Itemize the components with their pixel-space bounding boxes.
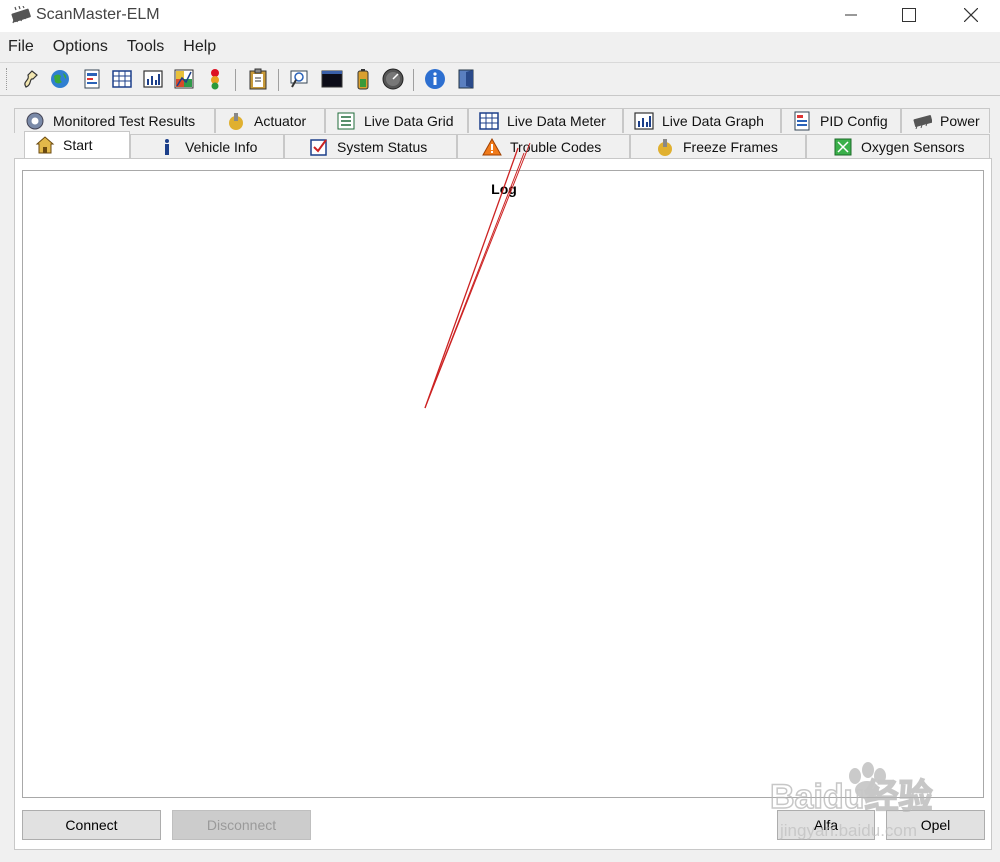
alfa-button[interactable]: Alfa [777, 810, 875, 840]
report-button[interactable] [80, 69, 104, 91]
tab-label: Live Data Meter [507, 113, 606, 129]
close-button[interactable] [940, 0, 1000, 30]
tab-power[interactable]: Power [901, 108, 990, 133]
info-button[interactable] [423, 68, 447, 93]
data-grid-icon [112, 69, 132, 91]
toolbar-separator [278, 69, 279, 91]
tab-freeze-frames[interactable]: Freeze Frames [630, 134, 806, 159]
toolbar-rule [0, 95, 1000, 96]
tab-system-status[interactable]: System Status [284, 134, 457, 159]
tab-label: Monitored Test Results [53, 113, 196, 129]
globe-icon [50, 69, 70, 92]
close-icon [964, 8, 978, 22]
connect-button[interactable]: Connect [22, 810, 161, 840]
gauge-button[interactable] [381, 68, 405, 93]
maximize-icon [902, 8, 916, 22]
log-title: Log [491, 181, 517, 197]
menu-help[interactable]: Help [183, 38, 235, 56]
bar-chart-icon [634, 112, 654, 130]
tab-label: Trouble Codes [510, 139, 602, 155]
globe-button[interactable] [48, 69, 72, 91]
tab-label: PID Config [820, 113, 888, 129]
power-chip-icon [912, 112, 932, 130]
sensor-icon [833, 138, 853, 156]
app-chip-icon [10, 5, 32, 24]
tab-start[interactable]: Start [24, 131, 130, 158]
tab-live-data-graph[interactable]: Live Data Graph [623, 108, 781, 133]
connect-plug-icon [20, 69, 40, 92]
title-bar: ScanMaster-ELM [0, 0, 1000, 32]
tab-label: System Status [337, 139, 428, 155]
info-icon [424, 68, 446, 93]
exit-button[interactable] [455, 69, 479, 91]
gauge-icon [382, 68, 404, 93]
minimize-button[interactable] [820, 0, 882, 30]
graph-button[interactable] [141, 69, 165, 91]
tab-oxygen-sensors[interactable]: Oxygen Sensors [806, 134, 990, 159]
terminal-icon [321, 70, 343, 91]
traffic-light-icon [207, 68, 223, 93]
config-icon [792, 111, 812, 131]
graph-icon [143, 69, 163, 91]
home-icon [35, 136, 55, 154]
menu-bar: File Options Tools Help [0, 32, 1000, 62]
disconnect-button: Disconnect [172, 810, 311, 840]
tab-actuator[interactable]: Actuator [215, 108, 325, 133]
tab-vehicle-info[interactable]: Vehicle Info [130, 134, 284, 159]
checkbox-icon [309, 138, 329, 156]
tab-monitored-test-results[interactable]: Monitored Test Results [14, 108, 215, 133]
tab-label: Power [940, 113, 980, 129]
log-area[interactable]: Log [22, 170, 984, 798]
menu-options[interactable]: Options [53, 38, 127, 56]
battery-button[interactable] [351, 68, 375, 93]
maximize-button[interactable] [878, 0, 940, 30]
terminal-button[interactable] [320, 69, 344, 91]
tab-label: Actuator [254, 113, 307, 129]
battery-icon [356, 68, 370, 93]
tab-label: Start [63, 137, 93, 153]
tab-label: Live Data Grid [364, 113, 454, 129]
tab-label: Oxygen Sensors [861, 139, 965, 155]
toolbar [0, 62, 1000, 96]
connect-plug-button[interactable] [18, 69, 42, 91]
toolbar-separator [235, 69, 236, 91]
exit-icon [457, 68, 477, 93]
chart-button[interactable] [172, 69, 196, 91]
freeze-icon [655, 138, 675, 156]
tab-trouble-codes[interactable]: Trouble Codes [457, 134, 630, 159]
toolbar-separator [413, 69, 414, 91]
report-icon [83, 69, 101, 92]
search-log-icon [290, 69, 310, 92]
search-log-button[interactable] [288, 69, 312, 91]
traffic-light-button[interactable] [203, 68, 227, 93]
toolbar-grip [6, 68, 9, 90]
chart-icon [174, 69, 194, 92]
gear-icon [25, 112, 45, 130]
tab-label: Vehicle Info [185, 139, 258, 155]
data-grid-button[interactable] [110, 69, 134, 91]
tab-live-data-meter[interactable]: Live Data Meter [468, 108, 623, 133]
menu-tools[interactable]: Tools [127, 38, 183, 56]
tab-label: Live Data Graph [662, 113, 764, 129]
grid-icon [479, 112, 499, 130]
tab-live-data-grid[interactable]: Live Data Grid [325, 108, 468, 133]
tab-pid-config[interactable]: PID Config [781, 108, 901, 133]
info-icon [157, 138, 177, 156]
tab-label: Freeze Frames [683, 139, 778, 155]
actuator-icon [226, 112, 246, 130]
menu-file[interactable]: File [8, 38, 53, 56]
clipboard-icon [248, 68, 268, 93]
opel-button[interactable]: Opel [886, 810, 985, 840]
minimize-icon [845, 9, 857, 21]
clipboard-button[interactable] [246, 68, 270, 93]
window-title: ScanMaster-ELM [36, 6, 160, 23]
warning-icon [482, 138, 502, 156]
list-icon [336, 112, 356, 130]
